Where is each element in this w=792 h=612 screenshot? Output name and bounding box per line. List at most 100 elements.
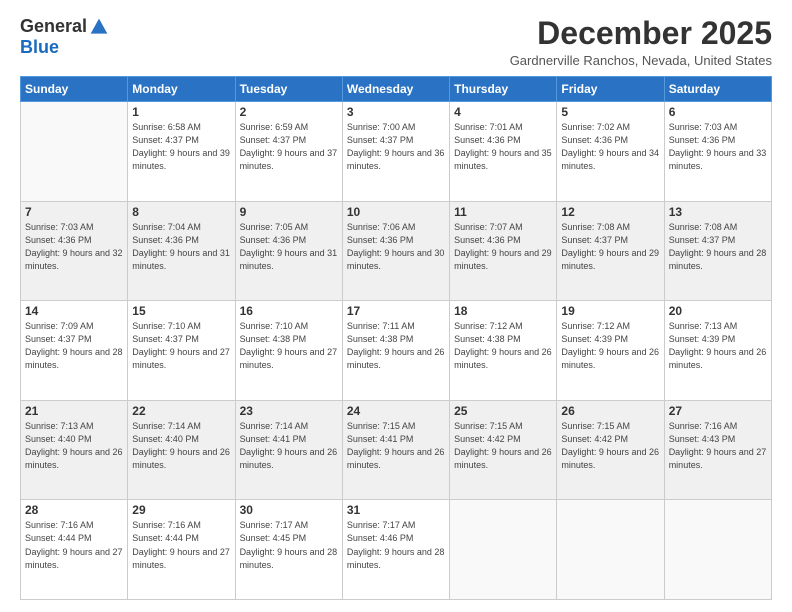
day-info: Sunrise: 7:16 AMSunset: 4:44 PMDaylight:…: [25, 519, 123, 571]
day-info: Sunrise: 6:59 AMSunset: 4:37 PMDaylight:…: [240, 121, 338, 173]
table-row: 6Sunrise: 7:03 AMSunset: 4:36 PMDaylight…: [664, 102, 771, 202]
day-info: Sunrise: 7:00 AMSunset: 4:37 PMDaylight:…: [347, 121, 445, 173]
table-row: 23 Sunrise: 7:14 AMSunset: 4:41 PMDayligh…: [235, 400, 342, 500]
day-number: 28: [25, 503, 123, 517]
day-number: 20: [669, 304, 767, 318]
day-info: Sunrise: 7:08 AMSunset: 4:37 PMDaylight:…: [669, 221, 767, 273]
day-number: 12: [561, 205, 659, 219]
table-row: 18 Sunrise: 7:12 AMSunset: 4:38 PMDayligh…: [450, 301, 557, 401]
day-info: Sunrise: 7:03 AMSunset: 4:36 PMDaylight:…: [25, 221, 123, 273]
day-info: Sunrise: 7:14 AMSunset: 4:40 PMDaylight:…: [132, 420, 230, 472]
table-row: 11Sunrise: 7:07 AMSunset: 4:36 PMDayligh…: [450, 201, 557, 301]
table-row: 12 Sunrise: 7:08 AMSunset: 4:37 PMDayligh…: [557, 201, 664, 301]
day-info: Sunrise: 7:14 AMSunset: 4:41 PMDaylight:…: [240, 420, 338, 472]
calendar-week-row: 14 Sunrise: 7:09 AMSunset: 4:37 PMDayligh…: [21, 301, 772, 401]
day-number: 21: [25, 404, 123, 418]
table-row: 13 Sunrise: 7:08 AMSunset: 4:37 PMDayligh…: [664, 201, 771, 301]
header-wednesday: Wednesday: [342, 77, 449, 102]
table-row: 26Sunrise: 7:15 AMSunset: 4:42 PMDayligh…: [557, 400, 664, 500]
day-info: Sunrise: 7:17 AMSunset: 4:46 PMDaylight:…: [347, 519, 445, 571]
day-info: Sunrise: 7:06 AMSunset: 4:36 PMDaylight:…: [347, 221, 445, 273]
table-row: 17Sunrise: 7:11 AMSunset: 4:38 PMDayligh…: [342, 301, 449, 401]
table-row: 9Sunrise: 7:05 AMSunset: 4:36 PMDaylight…: [235, 201, 342, 301]
header-saturday: Saturday: [664, 77, 771, 102]
table-row: 29 Sunrise: 7:16 AMSunset: 4:44 PMDayligh…: [128, 500, 235, 600]
day-number: 29: [132, 503, 230, 517]
header-friday: Friday: [557, 77, 664, 102]
day-number: 2: [240, 105, 338, 119]
header-monday: Monday: [128, 77, 235, 102]
header: General Blue December 2025 Gardnerville …: [20, 16, 772, 68]
day-number: 11: [454, 205, 552, 219]
table-row: 16 Sunrise: 7:10 AMSunset: 4:38 PMDayligh…: [235, 301, 342, 401]
table-row: [21, 102, 128, 202]
day-number: 10: [347, 205, 445, 219]
day-number: 27: [669, 404, 767, 418]
month-title: December 2025: [510, 16, 772, 51]
day-info: Sunrise: 7:10 AMSunset: 4:38 PMDaylight:…: [240, 320, 338, 372]
day-number: 23: [240, 404, 338, 418]
table-row: 28 Sunrise: 7:16 AMSunset: 4:44 PMDayligh…: [21, 500, 128, 600]
day-info: Sunrise: 7:03 AMSunset: 4:36 PMDaylight:…: [669, 121, 767, 173]
day-number: 1: [132, 105, 230, 119]
table-row: 31 Sunrise: 7:17 AMSunset: 4:46 PMDayligh…: [342, 500, 449, 600]
table-row: 19 Sunrise: 7:12 AMSunset: 4:39 PMDayligh…: [557, 301, 664, 401]
day-number: 14: [25, 304, 123, 318]
day-number: 4: [454, 105, 552, 119]
table-row: 2 Sunrise: 6:59 AMSunset: 4:37 PMDaylight…: [235, 102, 342, 202]
table-row: 20 Sunrise: 7:13 AMSunset: 4:39 PMDayligh…: [664, 301, 771, 401]
day-info: Sunrise: 7:16 AMSunset: 4:44 PMDaylight:…: [132, 519, 230, 571]
day-info: Sunrise: 7:08 AMSunset: 4:37 PMDaylight:…: [561, 221, 659, 273]
day-number: 30: [240, 503, 338, 517]
day-number: 3: [347, 105, 445, 119]
day-info: Sunrise: 7:04 AMSunset: 4:36 PMDaylight:…: [132, 221, 230, 273]
table-row: 15Sunrise: 7:10 AMSunset: 4:37 PMDayligh…: [128, 301, 235, 401]
day-number: 25: [454, 404, 552, 418]
location: Gardnerville Ranchos, Nevada, United Sta…: [510, 53, 772, 68]
day-number: 16: [240, 304, 338, 318]
day-number: 7: [25, 205, 123, 219]
title-section: December 2025 Gardnerville Ranchos, Neva…: [510, 16, 772, 68]
day-number: 19: [561, 304, 659, 318]
table-row: 14 Sunrise: 7:09 AMSunset: 4:37 PMDayligh…: [21, 301, 128, 401]
logo-blue-text: Blue: [20, 37, 59, 58]
day-number: 8: [132, 205, 230, 219]
logo: General Blue: [20, 16, 109, 58]
logo-icon: [89, 17, 109, 37]
day-info: Sunrise: 7:09 AMSunset: 4:37 PMDaylight:…: [25, 320, 123, 372]
header-tuesday: Tuesday: [235, 77, 342, 102]
day-info: Sunrise: 7:10 AMSunset: 4:37 PMDaylight:…: [132, 320, 230, 372]
table-row: 24 Sunrise: 7:15 AMSunset: 4:41 PMDayligh…: [342, 400, 449, 500]
table-row: 1Sunrise: 6:58 AMSunset: 4:37 PMDaylight…: [128, 102, 235, 202]
day-info: Sunrise: 7:16 AMSunset: 4:43 PMDaylight:…: [669, 420, 767, 472]
day-info: Sunrise: 7:15 AMSunset: 4:42 PMDaylight:…: [454, 420, 552, 472]
table-row: 3 Sunrise: 7:00 AMSunset: 4:37 PMDaylight…: [342, 102, 449, 202]
header-thursday: Thursday: [450, 77, 557, 102]
day-info: Sunrise: 7:11 AMSunset: 4:38 PMDaylight:…: [347, 320, 445, 372]
day-info: Sunrise: 7:02 AMSunset: 4:36 PMDaylight:…: [561, 121, 659, 173]
table-row: 25 Sunrise: 7:15 AMSunset: 4:42 PMDayligh…: [450, 400, 557, 500]
day-info: Sunrise: 7:12 AMSunset: 4:38 PMDaylight:…: [454, 320, 552, 372]
day-number: 26: [561, 404, 659, 418]
day-info: Sunrise: 7:15 AMSunset: 4:41 PMDaylight:…: [347, 420, 445, 472]
day-info: Sunrise: 7:13 AMSunset: 4:40 PMDaylight:…: [25, 420, 123, 472]
day-number: 9: [240, 205, 338, 219]
day-number: 5: [561, 105, 659, 119]
calendar-week-row: 21 Sunrise: 7:13 AMSunset: 4:40 PMDayligh…: [21, 400, 772, 500]
day-number: 24: [347, 404, 445, 418]
day-info: Sunrise: 7:17 AMSunset: 4:45 PMDaylight:…: [240, 519, 338, 571]
day-number: 13: [669, 205, 767, 219]
day-info: Sunrise: 7:12 AMSunset: 4:39 PMDaylight:…: [561, 320, 659, 372]
day-info: Sunrise: 7:01 AMSunset: 4:36 PMDaylight:…: [454, 121, 552, 173]
calendar-week-row: 28 Sunrise: 7:16 AMSunset: 4:44 PMDayligh…: [21, 500, 772, 600]
day-info: Sunrise: 7:13 AMSunset: 4:39 PMDaylight:…: [669, 320, 767, 372]
calendar-week-row: 1Sunrise: 6:58 AMSunset: 4:37 PMDaylight…: [21, 102, 772, 202]
table-row: [557, 500, 664, 600]
table-row: 5 Sunrise: 7:02 AMSunset: 4:36 PMDaylight…: [557, 102, 664, 202]
table-row: 27 Sunrise: 7:16 AMSunset: 4:43 PMDayligh…: [664, 400, 771, 500]
table-row: [450, 500, 557, 600]
day-number: 31: [347, 503, 445, 517]
table-row: 7 Sunrise: 7:03 AMSunset: 4:36 PMDaylight…: [21, 201, 128, 301]
calendar-table: Sunday Monday Tuesday Wednesday Thursday…: [20, 76, 772, 600]
day-number: 18: [454, 304, 552, 318]
